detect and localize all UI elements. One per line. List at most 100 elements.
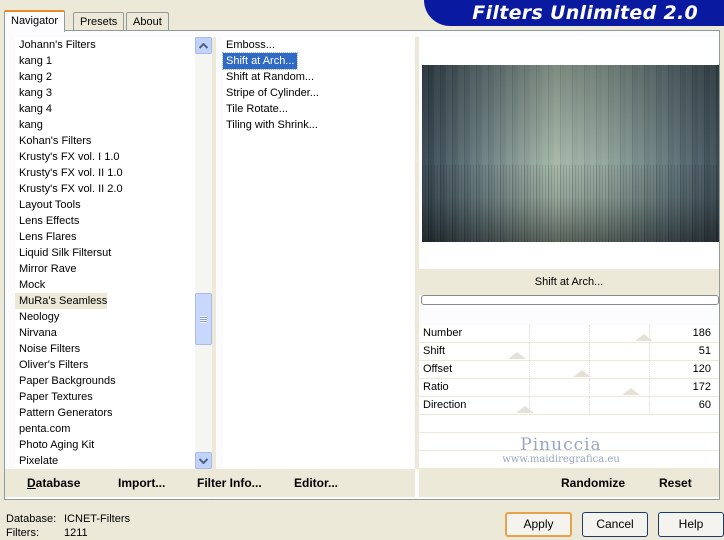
category-item[interactable]: penta.com <box>15 421 211 437</box>
empty-parameter-row <box>419 451 719 469</box>
parameter-value: 172 <box>692 381 711 393</box>
navigator-panel: Johann's Filters kang 1 kang 2 kang 3 kang 4… <box>4 30 720 500</box>
database-button[interactable]: Database <box>27 476 80 490</box>
database-status-label: Database: <box>6 513 57 525</box>
parameter-label: Number <box>423 327 463 339</box>
slider-tick <box>649 361 650 379</box>
chevron-down-icon <box>199 457 208 464</box>
grip-icon <box>200 315 207 323</box>
slider-tick <box>589 343 590 361</box>
empty-parameter-row <box>419 433 719 451</box>
parameter-slider-number[interactable]: Number 186 <box>419 325 719 343</box>
slider-tick <box>589 397 590 415</box>
parameter-list: Number 186 Shift 51 Offset 120 Ratio 172 Directi… <box>419 325 719 469</box>
randomize-button[interactable]: Randomize <box>561 476 625 490</box>
slider-tick <box>529 325 530 343</box>
category-item[interactable]: Pattern Generators <box>15 405 211 421</box>
slider-marker[interactable] <box>572 370 591 377</box>
filter-list: Emboss... Shift at Arch... Shift at Random… <box>222 37 413 469</box>
slider-tick <box>529 343 530 361</box>
database-label: atabase <box>35 476 81 490</box>
right-button-bar: Randomize Reset <box>419 469 719 497</box>
category-item[interactable]: kang 2 <box>15 69 211 85</box>
category-item[interactable]: MuRa's Seamless <box>15 293 107 309</box>
editor-button[interactable]: Editor... <box>294 476 338 490</box>
slider-marker[interactable] <box>516 406 535 413</box>
category-item[interactable]: Oliver's Filters <box>15 357 211 373</box>
parameter-slider-offset[interactable]: Offset 120 <box>419 361 719 379</box>
help-button[interactable]: Help <box>658 512 724 537</box>
app-title: Filters Unlimited 2.0 <box>472 2 698 24</box>
slider-tick <box>529 379 530 397</box>
category-item[interactable]: Krusty's FX vol. II 1.0 <box>15 165 211 181</box>
slider-marker[interactable] <box>635 334 654 341</box>
tab-navigator[interactable]: Navigator <box>4 10 66 32</box>
category-item[interactable]: kang 4 <box>15 101 211 117</box>
filters-count-value: 1211 <box>64 527 88 539</box>
slider-tick <box>649 397 650 415</box>
slider-tick <box>529 361 530 379</box>
empty-parameter-row <box>419 415 719 433</box>
category-item[interactable]: Liquid Silk Filtersut <box>15 245 211 261</box>
category-item[interactable]: Lens Flares <box>15 229 211 245</box>
divider <box>212 37 216 469</box>
category-item[interactable]: kang <box>15 117 211 133</box>
preview-image <box>422 65 719 242</box>
apply-button[interactable]: Apply <box>505 512 572 537</box>
category-item[interactable]: Paper Backgrounds <box>15 373 211 389</box>
slider-marker[interactable] <box>508 352 526 359</box>
filter-item[interactable]: Shift at Arch... <box>222 52 298 70</box>
category-list: Johann's Filters kang 1 kang 2 kang 3 kang 4… <box>15 37 211 499</box>
filter-item[interactable]: Emboss... <box>223 37 413 53</box>
category-item[interactable]: Layout Tools <box>15 197 211 213</box>
database-status-value: ICNET-Filters <box>64 513 130 525</box>
parameter-value: 60 <box>698 399 711 411</box>
category-item[interactable]: Krusty's FX vol. II 2.0 <box>15 181 211 197</box>
preview-pane <box>419 37 719 269</box>
category-scrollbar[interactable] <box>195 37 212 469</box>
filter-item[interactable]: Stripe of Cylinder... <box>223 85 413 101</box>
category-item[interactable]: kang 3 <box>15 85 211 101</box>
category-item[interactable]: Pixelate <box>15 453 211 469</box>
reset-button[interactable]: Reset <box>659 476 692 490</box>
parameter-label: Offset <box>423 363 453 375</box>
slider-tick <box>649 343 650 361</box>
parameter-label: Ratio <box>423 381 449 393</box>
import-button[interactable]: Import... <box>118 476 165 490</box>
parameter-value: 120 <box>692 363 711 375</box>
parameter-value: 186 <box>692 327 711 339</box>
category-item[interactable]: Krusty's FX vol. I 1.0 <box>15 149 211 165</box>
parameter-slider-shift[interactable]: Shift 51 <box>419 343 719 361</box>
category-item[interactable]: Kohan's Filters <box>15 133 211 149</box>
filter-item[interactable]: Tile Rotate... <box>223 101 413 117</box>
status-info: Database: ICNET-Filters Filters: 1211 <box>6 512 130 540</box>
filter-item[interactable]: Tiling with Shrink... <box>223 117 413 133</box>
scroll-down-button[interactable] <box>195 452 212 469</box>
category-item[interactable]: Mock <box>15 277 211 293</box>
category-item[interactable]: Nirvana <box>15 325 211 341</box>
category-item[interactable]: Paper Textures <box>15 389 211 405</box>
slider-marker[interactable] <box>621 388 640 395</box>
parameter-slider-ratio[interactable]: Ratio 172 <box>419 379 719 397</box>
category-item[interactable]: Lens Effects <box>15 213 211 229</box>
preview-filter-name: Shift at Arch... <box>419 269 719 295</box>
tab-about[interactable]: About <box>126 12 169 31</box>
scroll-thumb[interactable] <box>195 293 212 345</box>
category-item[interactable]: Johann's Filters <box>15 37 211 53</box>
category-item[interactable]: kang 1 <box>15 53 211 69</box>
progress-bar <box>421 295 719 305</box>
category-item[interactable]: Noise Filters <box>15 341 211 357</box>
category-item[interactable]: Mirror Rave <box>15 261 211 277</box>
cancel-button[interactable]: Cancel <box>582 512 648 537</box>
filter-info-button[interactable]: Filter Info... <box>197 476 262 490</box>
parameter-value: 51 <box>698 345 711 357</box>
tab-presets[interactable]: Presets <box>73 12 125 31</box>
scroll-up-button[interactable] <box>195 37 212 54</box>
category-item[interactable]: Neology <box>15 309 211 325</box>
parameter-slider-direction[interactable]: Direction 60 <box>419 397 719 415</box>
category-item[interactable]: Photo Aging Kit <box>15 437 211 453</box>
app-banner: Filters Unlimited 2.0 <box>424 0 724 26</box>
parameter-label: Shift <box>423 345 446 357</box>
filter-item[interactable]: Shift at Random... <box>223 69 413 85</box>
chevron-up-icon <box>199 42 208 49</box>
